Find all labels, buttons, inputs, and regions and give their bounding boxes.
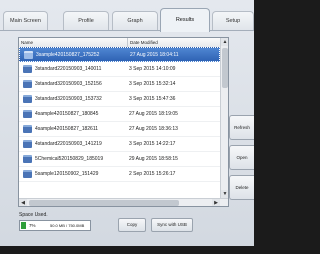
file-row[interactable]: 3sample420150827_175252 27 Aug 2015 18:0… (19, 47, 220, 62)
sync-with-usb-button[interactable]: Sync with USB (151, 218, 193, 232)
file-row[interactable]: 3standard220150903_140011 3 Sep 2015 14:… (19, 62, 220, 77)
file-date: 3 Sep 2015 15:32:14 (129, 81, 176, 87)
file-icon (24, 51, 33, 59)
file-icon (23, 65, 32, 73)
file-row[interactable]: 3standard320150903_152156 3 Sep 2015 15:… (19, 77, 220, 92)
file-name: 4standard220150903_141219 (35, 141, 102, 147)
tab-setup[interactable]: Setup (212, 11, 254, 31)
storage-percent: 7% (29, 223, 36, 228)
results-screen: Main Screen Profile Graph Results Setup … (0, 0, 254, 254)
open-button[interactable]: Open (229, 145, 254, 170)
tab-graph[interactable]: Graph (112, 11, 158, 31)
file-date: 29 Aug 2015 18:58:15 (129, 156, 178, 162)
file-name: 4sample420150827_180845 (35, 111, 99, 117)
file-date: 3 Sep 2015 14:22:17 (129, 141, 176, 147)
tab-bar: Main Screen Profile Graph Results Setup (0, 5, 254, 32)
tab-profile[interactable]: Profile (63, 11, 109, 31)
space-used-label: Space Used. (19, 212, 48, 218)
copy-button[interactable]: Copy (118, 218, 146, 232)
file-icon (23, 155, 32, 163)
file-name: 5Chemical520150829_185019 (35, 156, 104, 162)
storage-usage-bar (21, 222, 26, 229)
file-name: 3standard320150903_153732 (35, 96, 102, 102)
file-date: 27 Aug 2015 18:19:05 (129, 111, 178, 117)
file-icon (23, 95, 32, 103)
file-date: 3 Sep 2015 14:10:09 (129, 66, 176, 72)
column-header-name[interactable]: Name (19, 38, 127, 47)
file-row[interactable]: 5Chemical520150829_185019 29 Aug 2015 18… (19, 152, 220, 167)
file-icon (23, 170, 32, 178)
arrow-down-icon[interactable]: ▼ (221, 190, 228, 198)
file-row[interactable]: 4sample420150827_180845 27 Aug 2015 18:1… (19, 107, 220, 122)
horizontal-scrollbar[interactable]: ◀ ▶ (19, 198, 228, 206)
file-name: 3standard320150903_152156 (35, 81, 102, 87)
file-date: 2 Sep 2015 15:26:17 (129, 171, 176, 177)
horizontal-scroll-thumb[interactable] (29, 200, 179, 206)
arrow-left-icon[interactable]: ◀ (19, 199, 27, 206)
tab-results[interactable]: Results (160, 8, 210, 32)
storage-amount: 50.0 MB / 750.0MB (50, 223, 85, 228)
vertical-scroll-thumb[interactable] (222, 48, 228, 88)
tab-divider (0, 30, 254, 31)
file-row[interactable]: 4standard220150903_141219 3 Sep 2015 14:… (19, 137, 220, 152)
file-list[interactable]: Name Date Modified 3sample420150827_1752… (18, 37, 229, 207)
vertical-scrollbar[interactable]: ▲ ▼ (220, 38, 228, 198)
file-row[interactable]: 5sample120150902_151429 2 Sep 2015 15:26… (19, 167, 220, 182)
file-name: 5sample120150902_151429 (35, 171, 99, 177)
arrow-right-icon[interactable]: ▶ (212, 199, 220, 206)
file-icon (23, 80, 32, 88)
device-bezel (0, 246, 254, 254)
file-row[interactable]: 3standard320150903_153732 3 Sep 2015 15:… (19, 92, 220, 107)
file-date: 3 Sep 2015 15:47:36 (129, 96, 176, 102)
refresh-button[interactable]: Refresh (229, 115, 254, 140)
file-icon (23, 110, 32, 118)
arrow-up-icon[interactable]: ▲ (221, 38, 228, 46)
tab-main-screen[interactable]: Main Screen (3, 11, 48, 31)
column-header-date-modified[interactable]: Date Modified (127, 38, 220, 47)
file-row[interactable]: 4sample420150827_182611 27 Aug 2015 18:3… (19, 122, 220, 137)
file-icon (23, 140, 32, 148)
file-date: 27 Aug 2015 18:36:13 (129, 126, 178, 132)
file-name: 3standard220150903_140011 (35, 66, 102, 72)
storage-usage-meter: 7% 50.0 MB / 750.0MB (19, 220, 91, 231)
file-icon (23, 125, 32, 133)
file-name: 3sample420150827_175252 (36, 52, 100, 58)
delete-button[interactable]: Delete (229, 175, 254, 200)
file-name: 4sample420150827_182611 (35, 126, 99, 132)
file-date: 27 Aug 2015 18:04:11 (130, 52, 179, 58)
